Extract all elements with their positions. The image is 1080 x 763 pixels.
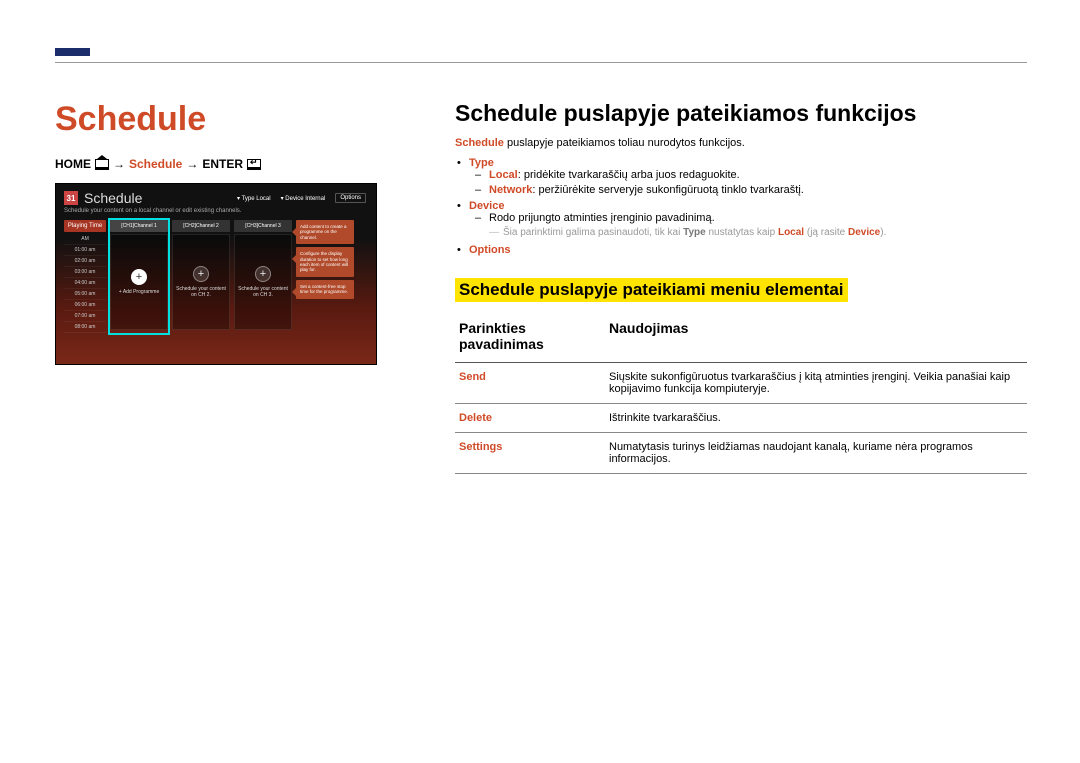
- time-row: 08:00 am: [64, 322, 106, 333]
- page-title: Schedule: [55, 100, 400, 139]
- time-head: Playing Time: [64, 220, 106, 232]
- list-item-device: Device Rodo prijungto atminties įrengini…: [469, 200, 1027, 238]
- app-top-controls: ▾ Type Local ▾ Device Internal Options: [237, 193, 366, 203]
- time-row: 01:00 am: [64, 245, 106, 256]
- hint-bubble: Add content to create a programme on the…: [296, 220, 354, 244]
- schedule-app-screenshot: 31 Schedule ▾ Type Local ▾ Device Intern…: [55, 183, 377, 365]
- table-row: Settings Numatytasis turinys leidžiamas …: [455, 433, 1027, 474]
- local-desc: : pridėkite tvarkaraščių arba juos redag…: [518, 169, 740, 181]
- time-column: Playing Time AM 01:00 am 02:00 am 03:00 …: [64, 220, 106, 333]
- type-sublist: Local: pridėkite tvarkaraščių arba juos …: [469, 169, 1027, 196]
- channel-3[interactable]: [CH3]Channel 3 + Schedule your content o…: [234, 220, 292, 333]
- time-row: AM: [64, 234, 106, 245]
- device-label: Device: [469, 200, 504, 212]
- channel-card: + Schedule your content on CH 3.: [234, 234, 292, 330]
- plus-icon[interactable]: +: [131, 269, 147, 285]
- time-row: 04:00 am: [64, 278, 106, 289]
- section-heading-menu: Schedule puslapyje pateikiami meniu elem…: [455, 278, 848, 302]
- option-desc: Siųskite sukonfigūruotus tvarkaraščius į…: [605, 363, 1027, 404]
- right-column: Schedule puslapyje pateikiamos funkcijos…: [455, 100, 1027, 474]
- app-title: Schedule: [84, 190, 142, 206]
- list-item-options: Options: [469, 244, 1027, 256]
- device-sublist: Rodo prijungto atminties įrenginio pavad…: [469, 212, 1027, 224]
- table-row: Send Siųskite sukonfigūruotus tvarkarašč…: [455, 363, 1027, 404]
- plus-icon[interactable]: +: [193, 266, 209, 282]
- time-row: 06:00 am: [64, 300, 106, 311]
- time-row: 03:00 am: [64, 267, 106, 278]
- left-column: Schedule HOME → Schedule → ENTER 31 Sche…: [55, 100, 400, 365]
- type-label: Type: [469, 157, 494, 169]
- option-name: Settings: [455, 433, 605, 474]
- app-subtitle: Schedule your content on a local channel…: [64, 208, 368, 214]
- intro-text: Schedule puslapyje pateikiamos toliau nu…: [455, 137, 1027, 149]
- intro-rest: puslapyje pateikiamos toliau nurodytos f…: [504, 137, 745, 149]
- option-desc: Numatytasis turinys leidžiamas naudojant…: [605, 433, 1027, 474]
- options-button[interactable]: Options: [335, 193, 366, 203]
- calendar-icon: 31: [64, 191, 78, 205]
- channel-card: + Schedule your content on CH 2.: [172, 234, 230, 330]
- channel-label: Schedule your content on CH 2.: [173, 286, 229, 298]
- app-body: Playing Time AM 01:00 am 02:00 am 03:00 …: [64, 220, 368, 333]
- list-item: Local: pridėkite tvarkaraščių arba juos …: [489, 169, 1027, 181]
- option-name: Delete: [455, 404, 605, 433]
- home-icon: [95, 159, 109, 170]
- option-name: Send: [455, 363, 605, 404]
- hint-bubble: Set a content-free stop time for the pro…: [296, 280, 354, 299]
- breadcrumb-enter: ENTER: [202, 157, 243, 171]
- channel-card: + + Add Programme: [110, 234, 168, 330]
- options-table: Parinkties pavadinimas Naudojimas Send S…: [455, 314, 1027, 474]
- section-heading-functions: Schedule puslapyje pateikiamos funkcijos: [455, 100, 1027, 127]
- enter-icon: [247, 159, 261, 170]
- list-item: Rodo prijungto atminties įrenginio pavad…: [489, 212, 1027, 224]
- breadcrumb-arrow-1: →: [113, 157, 125, 171]
- network-desc: : peržiūrėkite serveryje sukonfigūruotą …: [532, 184, 803, 196]
- network-key: Network: [489, 184, 532, 196]
- table-header-usage: Naudojimas: [605, 314, 1027, 363]
- options-label: Options: [469, 244, 511, 256]
- device-dropdown[interactable]: ▾ Device Internal: [281, 195, 326, 202]
- list-item-type: Type Local: pridėkite tvarkaraščių arba …: [469, 157, 1027, 196]
- channel-1[interactable]: [CH1]Channel 1 + + Add Programme: [110, 220, 168, 333]
- channel-head: [CH3]Channel 3: [234, 220, 292, 232]
- breadcrumb-home: HOME: [55, 157, 91, 171]
- breadcrumb-schedule: Schedule: [129, 157, 182, 171]
- channel-label: Schedule your content on CH 3.: [235, 286, 291, 298]
- type-dropdown[interactable]: ▾ Type Local: [237, 195, 271, 202]
- accent-bar: [55, 48, 90, 56]
- intro-schedule-word: Schedule: [455, 137, 504, 149]
- channel-label: + Add Programme: [117, 289, 161, 295]
- breadcrumb: HOME → Schedule → ENTER: [55, 157, 400, 171]
- time-row: 05:00 am: [64, 289, 106, 300]
- function-list: Type Local: pridėkite tvarkaraščių arba …: [455, 157, 1027, 256]
- breadcrumb-arrow-2: →: [186, 157, 198, 171]
- header-rule: [55, 62, 1027, 63]
- option-desc: Ištrinkite tvarkaraščius.: [605, 404, 1027, 433]
- time-row: 07:00 am: [64, 311, 106, 322]
- table-header-name: Parinkties pavadinimas: [455, 314, 605, 363]
- channel-head: [CH1]Channel 1: [110, 220, 168, 232]
- channel-2[interactable]: [CH2]Channel 2 + Schedule your content o…: [172, 220, 230, 333]
- channel-head: [CH2]Channel 2: [172, 220, 230, 232]
- table-row: Delete Ištrinkite tvarkaraščius.: [455, 404, 1027, 433]
- hint-bubble: Configure the display duration to set ho…: [296, 247, 354, 277]
- device-note: Šia parinktimi galima pasinaudoti, tik k…: [469, 227, 1027, 238]
- plus-icon[interactable]: +: [255, 266, 271, 282]
- time-row: 02:00 am: [64, 256, 106, 267]
- list-item: Network: peržiūrėkite serveryje sukonfig…: [489, 184, 1027, 196]
- hint-column: Add content to create a programme on the…: [296, 220, 354, 333]
- local-key: Local: [489, 169, 518, 181]
